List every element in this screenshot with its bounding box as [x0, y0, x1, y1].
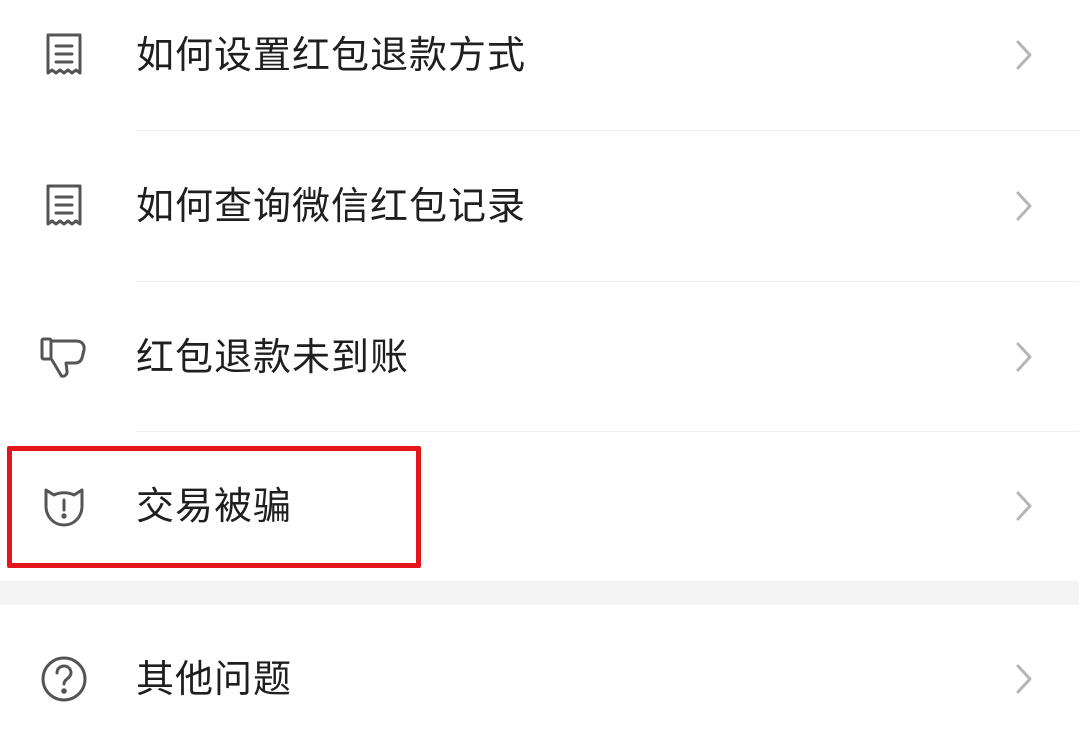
chevron-right-icon — [1012, 188, 1036, 224]
menu-item-label: 红包退款未到账 — [136, 335, 410, 379]
chevron-right-icon — [1012, 37, 1036, 73]
menu-item-label: 其他问题 — [136, 657, 293, 701]
menu-item-transaction-fraud[interactable]: 交易被骗 — [0, 431, 1079, 581]
thumbs-down-icon — [38, 331, 90, 383]
menu-item-label: 如何查询微信红包记录 — [136, 184, 527, 228]
help-menu-group: 如何设置红包退款方式 如何查询微信红包记录 红包退款未到账 交易被骗 — [0, 0, 1079, 581]
receipt-icon — [38, 180, 90, 232]
chevron-right-icon — [1012, 488, 1036, 524]
other-questions-group: 其他问题 — [0, 605, 1079, 753]
menu-item-label: 交易被骗 — [136, 484, 293, 528]
question-icon — [38, 653, 90, 705]
alert-cat-icon — [38, 480, 90, 532]
chevron-right-icon — [1012, 661, 1036, 697]
chevron-right-icon — [1012, 339, 1036, 375]
menu-item-refund-method[interactable]: 如何设置红包退款方式 — [0, 0, 1079, 130]
menu-item-refund-not-received[interactable]: 红包退款未到账 — [0, 282, 1079, 432]
menu-item-label: 如何设置红包退款方式 — [136, 33, 527, 77]
menu-item-query-records[interactable]: 如何查询微信红包记录 — [0, 131, 1079, 281]
receipt-icon — [38, 29, 90, 81]
menu-item-other-questions[interactable]: 其他问题 — [0, 605, 1079, 753]
